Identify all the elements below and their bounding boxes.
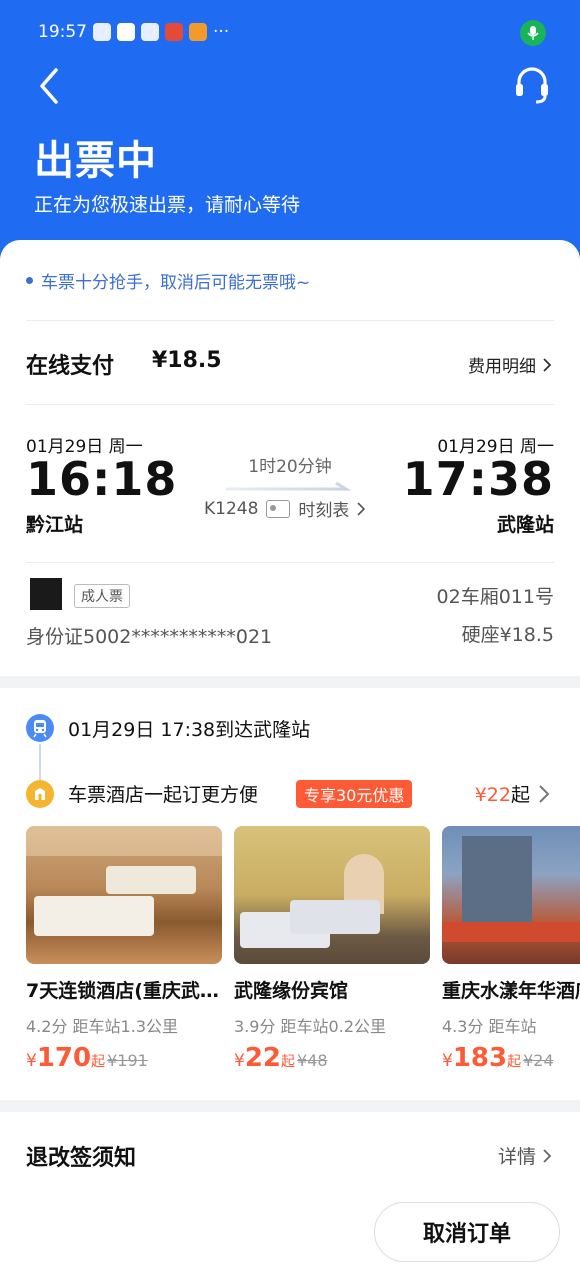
original-price: ¥24 [523, 1051, 554, 1070]
headset-icon[interactable] [512, 62, 552, 106]
price-currency: ¥ [442, 1051, 453, 1071]
rules-detail-label: 详情 [497, 1146, 536, 1168]
passenger-id-card: 身份证5002***********021 [26, 626, 273, 648]
status-more: ··· [213, 22, 230, 42]
status-bar: 19:57 ··· [38, 22, 229, 42]
price-value: 183 [452, 1043, 508, 1073]
hotel-rating: 3.9分 [234, 1017, 276, 1036]
hotel-card[interactable]: 武隆缘份宾馆 3.9分 距车站0.2公里 ¥22起 ¥48 [234, 826, 430, 1073]
hotel-price: ¥183起 ¥24 [442, 1043, 580, 1073]
departure-time: 16:18 [26, 452, 178, 506]
promo-badge: 专享30元优惠 [296, 780, 413, 808]
price-suffix: 起 [281, 1054, 296, 1070]
original-price: ¥191 [107, 1051, 148, 1070]
notification-icon [189, 23, 207, 41]
order-card: 车票十分抢手，取消后可能无票哦~ 在线支付 ¥18.5 费用明细 01月29日 … [0, 240, 580, 676]
status-time: 19:57 [38, 22, 87, 42]
fee-detail-label: 费用明细 [468, 357, 536, 377]
car-seat-number: 02车厢011号 [436, 586, 554, 608]
cancel-order-button[interactable]: 取消订单 [374, 1202, 560, 1262]
microphone-icon [520, 20, 546, 46]
hotel-price: ¥170起 ¥191 [26, 1043, 222, 1073]
hotel-name: 重庆水漾年华酒店 [442, 980, 580, 1002]
hotel-photo [26, 826, 222, 964]
wechat-icon [141, 23, 159, 41]
hotel-photo [234, 826, 430, 964]
hotel-price: ¥22起 ¥48 [234, 1043, 430, 1073]
arrival-time: 17:38 [402, 452, 554, 506]
original-price: ¥48 [297, 1051, 328, 1070]
train-info[interactable]: K1248 时刻表 [204, 496, 366, 521]
notice-text: 车票十分抢手，取消后可能无票哦~ [41, 273, 311, 293]
arrival-info: 01月29日 17:38到达武隆站 [68, 719, 311, 741]
hotel-bundle-text: 车票酒店一起订更方便 [68, 784, 259, 806]
back-icon[interactable] [30, 62, 70, 110]
hotel-name: 武隆缘份宾馆 [234, 980, 349, 1002]
hotel-photo [442, 826, 580, 964]
trip-duration: 1时20分钟 [248, 457, 332, 477]
page-title: 出票中 [34, 138, 157, 184]
notification-icon [117, 23, 135, 41]
arrival-station: 武隆站 [496, 514, 554, 536]
price-currency: ¥ [234, 1051, 245, 1071]
hotel-icon [26, 780, 54, 808]
arrow-icon [226, 482, 352, 491]
rules-card: 退改签须知 详情 取消订单 [0, 1112, 580, 1280]
price-value: 22 [244, 1043, 282, 1073]
hotel-rating: 4.2分 [26, 1017, 68, 1036]
payment-label: 在线支付 [26, 354, 115, 379]
divider [26, 320, 554, 321]
train-number: K1248 [204, 498, 259, 519]
page-subtitle: 正在为您极速出票，请耐心等待 [34, 194, 301, 216]
hotel-card[interactable]: 重庆水漾年华酒店 4.3分 距车站 ¥183起 ¥24 [442, 826, 580, 1073]
arrival-hotel-card: 01月29日 17:38到达武隆站 车票酒店一起订更方便 专享30元优惠 ¥22… [0, 688, 580, 1100]
hotel-meta: 4.3分 距车站 [442, 1013, 580, 1037]
divider [26, 404, 554, 405]
refund-rules-label: 退改签须知 [26, 1146, 137, 1171]
hotel-distance: 距车站 [488, 1017, 537, 1036]
notification-icon [165, 23, 183, 41]
from-price-value: ¥22 [474, 784, 511, 806]
price-value: 170 [36, 1043, 92, 1073]
divider [26, 562, 554, 563]
chevron-right-icon [357, 501, 366, 516]
fee-detail-link[interactable]: 费用明细 [468, 352, 552, 377]
hotel-rating: 4.3分 [442, 1017, 484, 1036]
from-price-suffix: 起 [510, 784, 530, 806]
hotel-meta: 3.9分 距车站0.2公里 [234, 1013, 430, 1037]
rules-detail-link[interactable]: 详情 [498, 1142, 552, 1169]
hotel-meta: 4.2分 距车站1.3公里 [26, 1013, 222, 1037]
chevron-right-icon[interactable] [538, 784, 550, 804]
chevron-right-icon [543, 1148, 552, 1163]
hotel-name: 7天连锁酒店(重庆武隆… [26, 980, 222, 1002]
hotel-distance: 距车站1.3公里 [72, 1017, 178, 1036]
price-suffix: 起 [91, 1054, 106, 1070]
price-suffix: 起 [507, 1054, 522, 1070]
departure-station: 黔江站 [26, 514, 84, 536]
chevron-right-icon [543, 357, 552, 372]
notification-icon [93, 23, 111, 41]
price-currency: ¥ [26, 1051, 37, 1071]
timetable-link: 时刻表 [298, 501, 350, 521]
seat-type-price: 硬座¥18.5 [461, 624, 554, 646]
timeline-connector [39, 744, 41, 780]
passenger-avatar [30, 578, 62, 610]
hotel-from-price[interactable]: ¥22起 [475, 780, 530, 807]
bullet-icon [26, 277, 33, 284]
hotel-distance: 距车站0.2公里 [280, 1017, 386, 1036]
notice-banner: 车票十分抢手，取消后可能无票哦~ [26, 268, 310, 293]
train-icon [26, 714, 54, 742]
id-card-icon [266, 499, 291, 518]
payment-amount: ¥18.5 [152, 348, 222, 373]
hotel-card[interactable]: 7天连锁酒店(重庆武隆… 4.2分 距车站1.3公里 ¥170起 ¥191 [26, 826, 222, 1073]
ticket-type-badge: 成人票 [74, 584, 130, 608]
